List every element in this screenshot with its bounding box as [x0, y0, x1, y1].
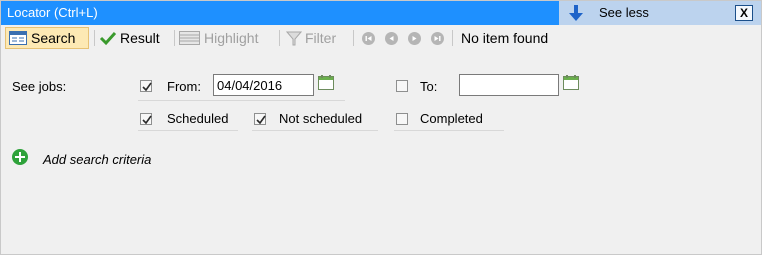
field-underline	[394, 130, 504, 131]
checkmark-icon	[256, 115, 266, 125]
status-text-container: No item found	[461, 27, 548, 49]
scheduled-checkbox[interactable]	[140, 113, 152, 125]
title-bar: Locator (Ctrl+L) See less X	[1, 1, 761, 25]
to-date-field[interactable]	[459, 74, 559, 96]
toolbar-separator	[452, 30, 453, 46]
toolbar-separator	[279, 30, 280, 46]
from-checkbox[interactable]	[140, 80, 152, 92]
filter-label: Filter	[305, 30, 337, 46]
see-jobs-label: See jobs:	[12, 79, 67, 94]
last-item-icon[interactable]	[431, 32, 444, 45]
see-less-label: See less	[599, 5, 649, 20]
previous-item-icon[interactable]	[385, 32, 398, 45]
add-criteria-plus-icon[interactable]	[12, 149, 28, 165]
calendar-icon[interactable]	[318, 75, 335, 91]
to-checkbox[interactable]	[396, 80, 408, 92]
locator-panel: Locator (Ctrl+L) See less X Search Resul…	[0, 0, 762, 255]
field-underline	[252, 130, 378, 131]
see-less-button[interactable]: See less	[559, 1, 727, 25]
panel-title: Locator (Ctrl+L)	[7, 5, 98, 20]
filter-funnel-icon	[286, 31, 302, 46]
toolbar-separator	[94, 30, 95, 46]
first-item-icon[interactable]	[362, 32, 375, 45]
completed-checkbox[interactable]	[396, 113, 408, 125]
result-label: Result	[120, 30, 160, 46]
completed-label: Completed	[420, 111, 483, 126]
close-button[interactable]: X	[735, 5, 753, 21]
highlight-button[interactable]: Highlight	[179, 27, 258, 49]
field-underline	[138, 100, 345, 101]
status-text: No item found	[461, 30, 549, 46]
highlight-label: Highlight	[204, 30, 259, 46]
checkmark-icon	[99, 31, 117, 46]
filter-button[interactable]: Filter	[286, 27, 336, 49]
toolbar-separator	[353, 30, 354, 46]
toolbar-separator	[174, 30, 175, 46]
to-label: To:	[420, 79, 438, 94]
from-date-field[interactable]	[213, 74, 314, 96]
search-grid-icon	[9, 31, 27, 45]
search-tab[interactable]: Search	[5, 27, 89, 49]
add-search-criteria-link[interactable]: Add search criteria	[43, 152, 151, 167]
next-item-icon[interactable]	[408, 32, 421, 45]
arrow-down-icon	[569, 5, 583, 21]
calendar-icon[interactable]	[563, 75, 580, 91]
not-scheduled-checkbox[interactable]	[254, 113, 266, 125]
highlight-table-icon	[179, 31, 200, 45]
result-button[interactable]: Result	[99, 27, 160, 49]
toolbar: Search Result Highlight Filter No item f…	[1, 26, 761, 50]
title-area: Locator (Ctrl+L)	[1, 1, 559, 25]
scheduled-label: Scheduled	[167, 111, 229, 126]
checkmark-icon	[142, 115, 152, 125]
from-label: From:	[167, 79, 201, 94]
search-tab-label: Search	[31, 30, 76, 46]
close-button-area[interactable]: X	[727, 1, 761, 25]
checkmark-icon	[142, 82, 152, 92]
field-underline	[138, 130, 238, 131]
not-scheduled-label: Not scheduled	[279, 111, 363, 126]
